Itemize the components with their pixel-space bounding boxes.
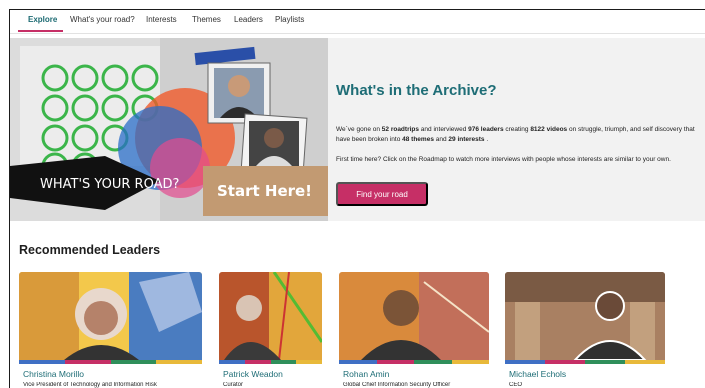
color-strip <box>505 360 665 364</box>
leader-role: Curator <box>223 382 244 388</box>
leader-name[interactable]: Patrick Weadon <box>223 369 283 379</box>
active-tab-indicator <box>18 30 63 32</box>
stat-interests: 29 interests <box>448 136 485 143</box>
recommended-leaders-title: Recommended Leaders <box>19 243 161 257</box>
leader-photo <box>219 272 322 360</box>
first-time-text: First time here? Click on the Roadmap to… <box>336 156 671 163</box>
stat-roadtrips: 52 roadtrips <box>381 126 419 133</box>
color-strip <box>219 360 322 364</box>
nav-interests[interactable]: Interests <box>146 15 177 24</box>
roadmap-collage[interactable]: WHAT'S YOUR ROAD? Start Here! <box>10 38 328 221</box>
leader-card[interactable]: Patrick Weadon Curator <box>219 272 322 388</box>
leader-card[interactable]: Christina Morillo Vice President of Tech… <box>19 272 202 388</box>
leader-name[interactable]: Michael Echols <box>509 369 566 379</box>
find-your-road-button[interactable]: Find your road <box>336 182 428 206</box>
nav-whats-your-road[interactable]: What's your road? <box>70 15 135 24</box>
color-strip <box>339 360 489 364</box>
leader-photo <box>339 272 489 360</box>
archive-stats: We`ve gone on 52 roadtrips and interview… <box>336 126 695 143</box>
collage-banner-text: WHAT'S YOUR ROAD? <box>40 177 179 192</box>
nav-explore[interactable]: Explore <box>28 15 57 24</box>
collage-artwork: WHAT'S YOUR ROAD? Start Here! <box>10 38 328 221</box>
stat-themes: 48 themes <box>402 136 434 143</box>
leader-photo <box>19 272 202 360</box>
stat-videos: 8122 videos <box>530 126 568 133</box>
leader-name[interactable]: Christina Morillo <box>23 369 84 379</box>
top-nav: Explore What's your road? Interests Them… <box>10 10 705 34</box>
nav-leaders[interactable]: Leaders <box>234 15 263 24</box>
color-strip <box>19 360 202 364</box>
hero-section: WHAT'S YOUR ROAD? Start Here! What's in … <box>10 38 705 221</box>
leader-role: CEO <box>509 382 523 388</box>
leader-card[interactable]: Michael Echols CEO <box>505 272 665 388</box>
leader-photo <box>505 272 665 360</box>
leader-role: Vice President of Technology and Informa… <box>23 382 157 388</box>
leader-name[interactable]: Rohan Amin <box>343 369 389 379</box>
start-here-sign: Start Here! <box>217 182 312 200</box>
archive-title: What's in the Archive? <box>336 82 497 99</box>
leader-role: Global Chief Information Security Office… <box>343 382 451 388</box>
nav-playlists[interactable]: Playlists <box>275 15 304 24</box>
stat-leaders: 976 leaders <box>468 126 504 133</box>
leader-card[interactable]: Rohan Amin Global Chief Information Secu… <box>339 272 489 388</box>
app-frame: Explore What's your road? Interests Them… <box>9 9 705 388</box>
nav-themes[interactable]: Themes <box>192 15 221 24</box>
